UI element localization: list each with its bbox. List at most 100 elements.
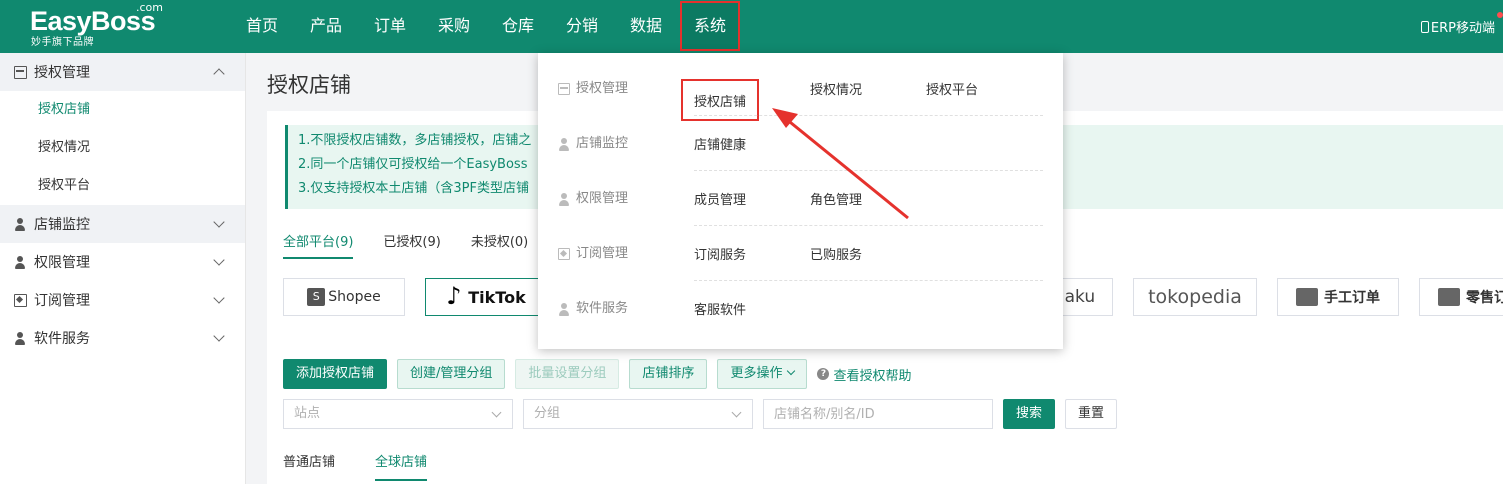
sidebar-group-label: 软件服务 xyxy=(34,331,90,347)
logo-com: .com xyxy=(136,1,163,14)
chevron-down-icon xyxy=(491,407,502,418)
dropdown-category-label: 软件服务 xyxy=(576,300,629,316)
chevron-up-icon xyxy=(213,68,225,80)
dropdown-link-roles[interactable]: 角色管理 xyxy=(810,171,862,226)
tab-normal-stores[interactable]: 普通店铺 xyxy=(283,451,335,481)
more-actions-label: 更多操作 xyxy=(730,366,783,381)
manage-group-button[interactable]: 创建/管理分组 xyxy=(397,359,506,389)
shopee-bag-icon: S xyxy=(307,288,326,306)
platform-tabs: 全部平台(9) 已授权(9) 未授权(0) xyxy=(283,231,558,259)
dropdown-row-auth: 授权管理 授权店铺 授权情况 授权平台 xyxy=(558,61,1043,121)
sidebar-group-label: 授权管理 xyxy=(34,65,90,81)
person-icon xyxy=(558,137,570,151)
sidebar-item-auth-status[interactable]: 授权情况 xyxy=(0,129,245,167)
sidebar-group-label: 权限管理 xyxy=(34,255,90,271)
bookmark-icon xyxy=(14,293,27,307)
filter-bar: 站点 分组 搜索 重置 xyxy=(283,399,1127,429)
sidebar-group-monitor[interactable]: 店铺监控 xyxy=(0,205,245,243)
dropdown-link-subscription-service[interactable]: 订阅服务 xyxy=(694,226,746,281)
chevron-down-icon xyxy=(213,254,225,266)
platform-label: TikTok xyxy=(468,287,526,307)
dropdown-link-auth-platforms[interactable]: 授权平台 xyxy=(926,61,978,116)
person-icon xyxy=(14,331,27,345)
bookmark-icon xyxy=(558,247,570,260)
platform-label: tokopedia xyxy=(1148,286,1242,308)
dropdown-link-members[interactable]: 成员管理 xyxy=(694,171,746,226)
dropdown-link-purchased-service[interactable]: 已购服务 xyxy=(810,226,862,281)
nav-products[interactable]: 产品 xyxy=(294,0,358,53)
question-icon: ? xyxy=(817,368,830,380)
auth-help-link[interactable]: ? 查看授权帮助 xyxy=(817,365,911,384)
logo-subtitle: 妙手旗下品牌 xyxy=(31,37,94,48)
system-dropdown-menu: 授权管理 授权店铺 授权情况 授权平台 店铺监控 店铺健康 权限管理 成员管理 … xyxy=(538,53,1063,349)
shop-icon xyxy=(1438,288,1460,306)
sidebar-group-software[interactable]: 软件服务 xyxy=(0,319,245,357)
tab-unauthorized[interactable]: 未授权(0) xyxy=(471,231,528,259)
dropdown-link-store-health[interactable]: 店铺健康 xyxy=(694,116,746,171)
sidebar-group-subscription[interactable]: 订阅管理 xyxy=(0,281,245,319)
person-icon xyxy=(558,302,570,316)
page-title: 授权店铺 xyxy=(267,73,351,97)
notification-dot xyxy=(1497,12,1503,18)
nav-distribution[interactable]: 分销 xyxy=(550,0,614,53)
add-auth-store-button[interactable]: 添加授权店铺 xyxy=(283,359,388,389)
group-select[interactable]: 分组 xyxy=(523,399,753,429)
nav-warehouse[interactable]: 仓库 xyxy=(486,0,550,53)
store-list-card: 添加授权店铺 创建/管理分组 批量设置分组 店铺排序 更多操作 ? 查看授权帮助… xyxy=(267,343,1503,484)
more-actions-button[interactable]: 更多操作 xyxy=(717,359,808,389)
sidebar-group-auth[interactable]: 授权管理 xyxy=(0,53,245,91)
platform-manual-order[interactable]: 手工订单 xyxy=(1277,278,1399,316)
erp-mobile-link[interactable]: ERP移动端 xyxy=(1420,17,1495,36)
sidebar-item-auth-platforms[interactable]: 授权平台 xyxy=(0,167,245,205)
auth-help-label: 查看授权帮助 xyxy=(833,368,912,384)
platform-tiktok[interactable]: TikTok xyxy=(425,278,547,316)
person-icon xyxy=(558,192,570,206)
nav-system[interactable]: 系统 xyxy=(680,1,740,51)
store-name-input[interactable] xyxy=(763,399,993,429)
tab-authorized[interactable]: 已授权(9) xyxy=(383,231,440,259)
nav-orders[interactable]: 订单 xyxy=(358,0,422,53)
group-select-placeholder: 分组 xyxy=(534,406,561,421)
nav-purchase[interactable]: 采购 xyxy=(422,0,486,53)
platform-label: 零售订 xyxy=(1466,290,1503,306)
store-sort-button[interactable]: 店铺排序 xyxy=(629,359,708,389)
shop-icon xyxy=(1296,288,1318,306)
chevron-down-icon xyxy=(213,330,225,342)
platform-label: 手工订单 xyxy=(1324,290,1380,306)
person-icon xyxy=(14,217,27,231)
reset-button[interactable]: 重置 xyxy=(1065,399,1117,429)
site-select[interactable]: 站点 xyxy=(283,399,513,429)
batch-group-button[interactable]: 批量设置分组 xyxy=(515,359,620,389)
sidebar-group-permission[interactable]: 权限管理 xyxy=(0,243,245,281)
nav-home[interactable]: 首页 xyxy=(230,0,294,53)
platform-label: laku xyxy=(1059,287,1096,307)
person-icon xyxy=(14,255,27,269)
tiktok-note-icon xyxy=(446,282,464,310)
dropdown-row-software: 软件服务 客服软件 xyxy=(558,281,1043,336)
sidebar-item-auth-stores[interactable]: 授权店铺 xyxy=(0,91,245,129)
chevron-down-icon xyxy=(213,216,225,228)
top-bar: EasyBoss .com 妙手旗下品牌 首页 产品 订单 采购 仓库 分销 数… xyxy=(0,0,1503,53)
nav-data[interactable]: 数据 xyxy=(614,0,678,53)
chevron-down-icon xyxy=(213,292,225,304)
site-select-placeholder: 站点 xyxy=(294,406,321,421)
sidebar-group-label: 店铺监控 xyxy=(34,217,90,233)
sidebar-group-label: 订阅管理 xyxy=(34,293,90,309)
tab-global-stores[interactable]: 全球店铺 xyxy=(375,451,428,481)
dropdown-link-cs-software[interactable]: 客服软件 xyxy=(694,281,746,336)
main-nav: 首页 产品 订单 采购 仓库 分销 数据 系统 xyxy=(230,0,742,53)
search-button[interactable]: 搜索 xyxy=(1003,399,1055,429)
dropdown-row-subscription: 订阅管理 订阅服务 已购服务 xyxy=(558,226,1043,281)
erp-mobile-label: ERP移动端 xyxy=(1430,21,1495,36)
dropdown-row-monitor: 店铺监控 店铺健康 xyxy=(558,116,1043,171)
logo[interactable]: EasyBoss .com 妙手旗下品牌 xyxy=(30,1,170,50)
tab-all-platforms[interactable]: 全部平台(9) xyxy=(283,231,354,259)
platform-shopee[interactable]: S Shopee xyxy=(283,278,405,316)
platform-retail-order[interactable]: 零售订 xyxy=(1419,278,1503,316)
action-toolbar: 添加授权店铺 创建/管理分组 批量设置分组 店铺排序 更多操作 ? 查看授权帮助 xyxy=(283,359,911,389)
chevron-down-icon xyxy=(787,366,796,376)
platform-tokopedia[interactable]: tokopedia xyxy=(1133,278,1257,316)
dropdown-link-auth-status[interactable]: 授权情况 xyxy=(810,61,862,116)
store-icon xyxy=(558,82,570,95)
dropdown-category: 软件服务 xyxy=(558,281,628,336)
